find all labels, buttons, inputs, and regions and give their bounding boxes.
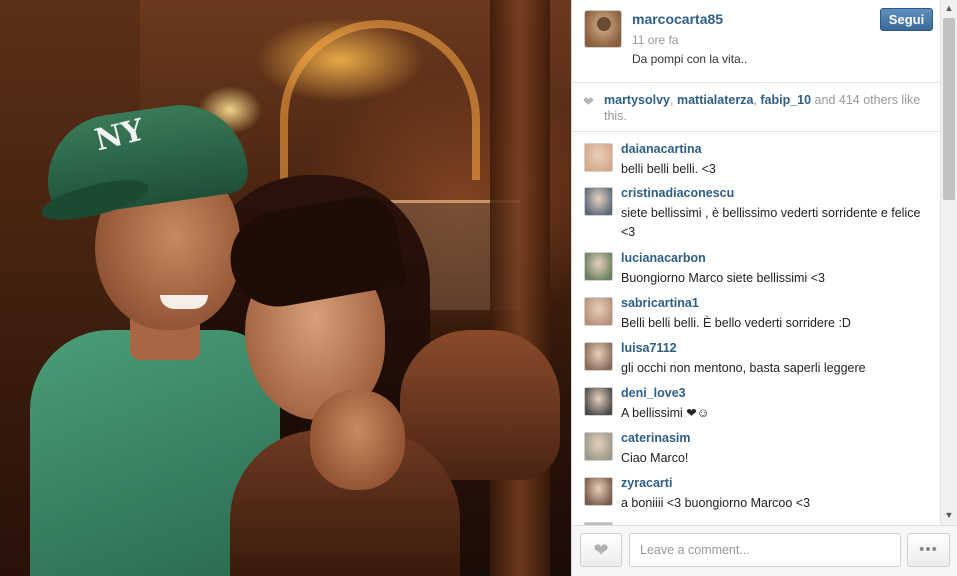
liker-link[interactable]: mattialaterza	[677, 93, 753, 107]
commenter-avatar[interactable]	[584, 187, 613, 216]
commenter-username[interactable]: daianacartina	[621, 142, 702, 156]
comment-text: Ciao Marco!	[621, 451, 689, 465]
comment-text: Buongiorno Marco siete bellissimi <3	[621, 271, 825, 285]
commenter-avatar[interactable]	[584, 477, 613, 506]
commenter-avatar[interactable]	[584, 342, 613, 371]
heart-icon: ❤	[593, 539, 609, 560]
commenter-username[interactable]: zyracarti	[621, 476, 672, 490]
comments-scrollbar[interactable]: ▲ ▼	[940, 0, 957, 525]
post-timestamp: 11 ore fa	[632, 33, 679, 47]
comment-item: deni_love3 A bellissimi ❤☺	[572, 377, 940, 422]
commenter-username[interactable]: caterinasim	[621, 431, 690, 445]
commenter-avatar[interactable]	[584, 143, 613, 172]
liker-link[interactable]: martysolvy	[604, 93, 670, 107]
likes-summary: ❤ martysolvy, mattialaterza, fabip_10 an…	[572, 82, 940, 132]
follow-button[interactable]: Segui	[880, 8, 933, 31]
post-side-panel: marcocarta85 11 ore fa Da pompi con la v…	[571, 0, 957, 576]
comment-item: zyracarti a boniiii <3 buongiorno Marcoo…	[572, 467, 940, 512]
commenter-username[interactable]: luisa7112	[621, 341, 677, 355]
owner-avatar[interactable]	[584, 10, 622, 48]
commenter-username[interactable]: deni_love3	[621, 386, 686, 400]
post-photo: NY	[0, 0, 571, 576]
comment-text: Belli belli belli. È bello vederti sorri…	[621, 316, 851, 330]
photo-man-smile	[160, 295, 208, 309]
comment-item: cristinadiaconescu siete bellissimi , è …	[572, 177, 940, 241]
owner-username[interactable]: marcocarta85	[632, 11, 723, 27]
commenter-username[interactable]: sabricartina1	[621, 296, 699, 310]
comment-item-partial	[572, 512, 940, 525]
scroll-up-arrow-icon[interactable]: ▲	[941, 0, 957, 16]
comment-bar: ❤ •••	[572, 525, 957, 576]
commenter-avatar[interactable]	[584, 252, 613, 281]
like-button[interactable]: ❤	[580, 533, 622, 567]
comment-item: caterinasim Ciao Marco!	[572, 422, 940, 467]
commenter-avatar[interactable]	[584, 387, 613, 416]
comment-item: lucianacarbon Buongiorno Marco siete bel…	[572, 242, 940, 287]
comment-list[interactable]: daianacartina belli belli belli. <3 cris…	[572, 133, 940, 525]
likes-separator: ,	[670, 93, 677, 107]
comment-input[interactable]	[629, 533, 901, 567]
comment-text: A bellissimi ❤☺	[621, 406, 710, 420]
likes-text: martysolvy, mattialaterza, fabip_10 and …	[604, 92, 930, 124]
commenter-username[interactable]: cristinadiaconescu	[621, 186, 734, 200]
post-caption: Da pompi con la vita..	[632, 52, 748, 66]
scroll-down-arrow-icon[interactable]: ▼	[941, 507, 957, 523]
comment-item: daianacartina belli belli belli. <3	[572, 133, 940, 178]
photo-woman-hand	[310, 390, 405, 490]
commenter-avatar[interactable]	[584, 297, 613, 326]
post-header: marcocarta85 11 ore fa Da pompi con la v…	[572, 0, 940, 82]
photo-bg-arch	[280, 20, 480, 180]
more-options-button[interactable]: •••	[907, 533, 950, 567]
comment-item: sabricartina1 Belli belli belli. È bello…	[572, 287, 940, 332]
comment-item: luisa7112 gli occhi non mentono, basta s…	[572, 332, 940, 377]
photo-bg-column	[490, 0, 550, 576]
comment-text: gli occhi non mentono, basta saperli leg…	[621, 361, 866, 375]
liker-link[interactable]: fabip_10	[760, 93, 811, 107]
scrollbar-thumb[interactable]	[943, 18, 955, 200]
commenter-avatar[interactable]	[584, 432, 613, 461]
comment-text: a boniiii <3 buongiorno Marcoo <3	[621, 496, 811, 510]
heart-icon: ❤	[583, 94, 594, 109]
commenter-username[interactable]: lucianacarbon	[621, 251, 706, 265]
comment-text: siete bellissimi , è bellissimo vederti …	[621, 206, 921, 239]
